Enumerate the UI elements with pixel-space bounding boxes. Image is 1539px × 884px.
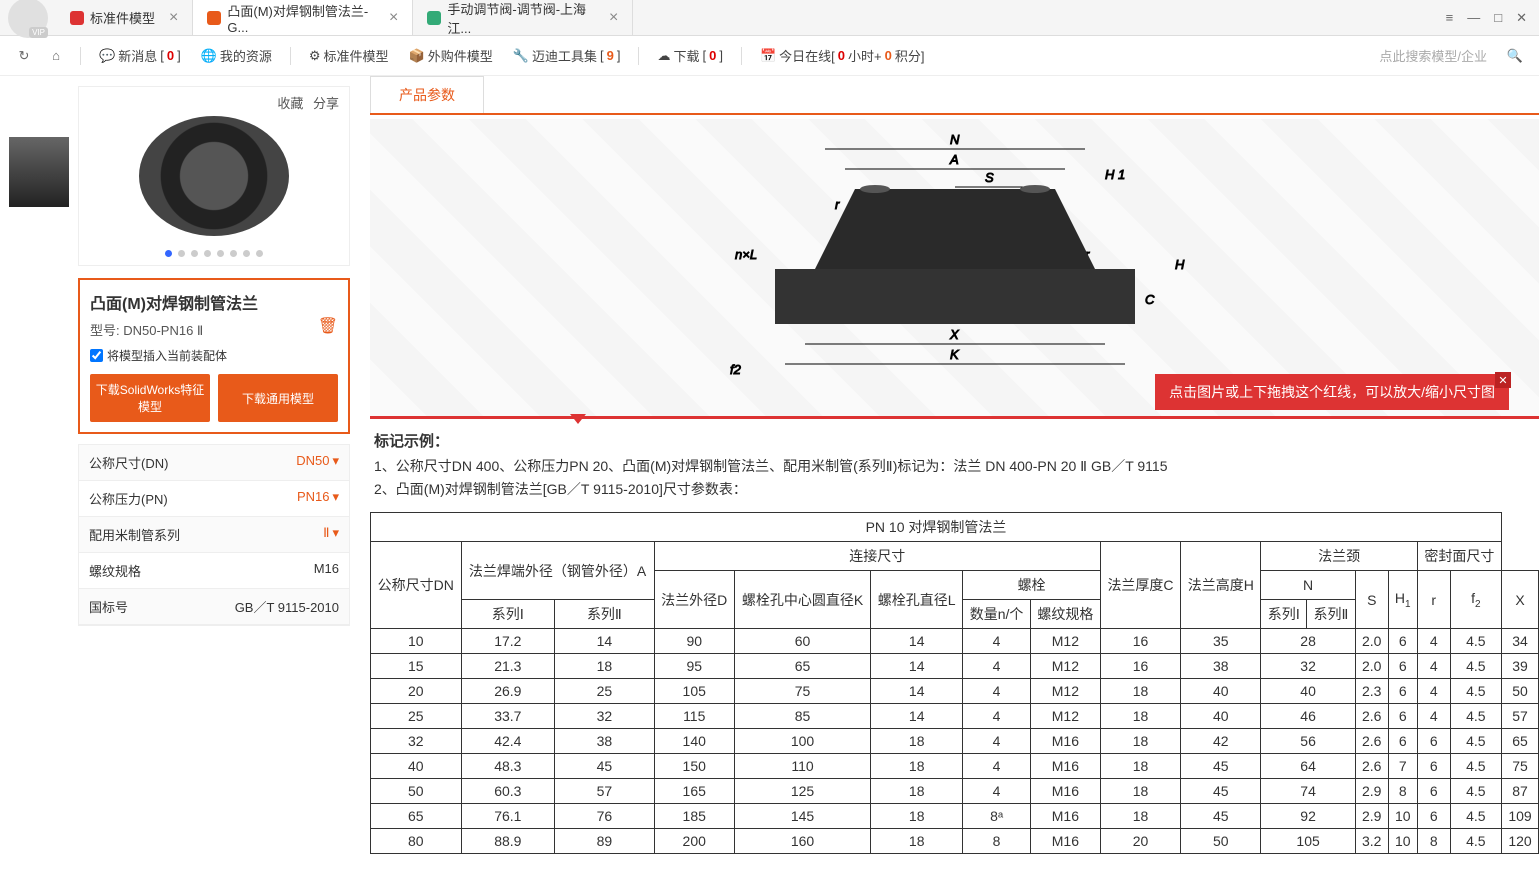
tab-label: 标准件模型 [90,8,155,27]
share-button[interactable]: 分享 [313,96,339,111]
table-row: 6576.176185145188ᵃM161845922.91064.5109 [371,804,1539,829]
table-row: 2533.73211585144M121840462.6644.557 [371,704,1539,729]
new-message-button[interactable]: 💬新消息[0] [91,46,189,65]
insert-assembly-checkbox[interactable]: 将模型插入当前装配体 [90,347,338,364]
favorite-button[interactable]: 收藏 [277,96,303,111]
tab-icon [427,11,441,25]
svg-text:N: N [950,132,960,147]
home-icon[interactable]: ⌂ [46,46,66,66]
buy-model-button[interactable]: 📦外购件模型 [401,46,501,65]
product-image [139,116,289,236]
param-key: 公称压力(PN) [89,489,168,508]
online-status: 📅今日在线[0小时+ 0积分] [752,46,933,65]
gallery-dots[interactable] [165,250,263,257]
param-key: 螺纹规格 [89,561,141,580]
param-row-3: 螺纹规格 M16 [79,553,349,589]
svg-text:A: A [949,152,959,167]
download-generic-button[interactable]: 下载通用模型 [218,374,338,422]
dropdown-icon: ▾ [332,489,339,504]
tab-0[interactable]: 标准件模型 × [56,0,193,35]
tab-close-icon[interactable]: × [609,9,618,27]
product-model: 型号: DN50-PN16 Ⅱ [90,320,338,339]
zoom-tip: 点击图片或上下拖拽这个红线，可以放大/缩小尺寸图 ✕ [1155,374,1509,410]
param-row-2[interactable]: 配用米制管系列 Ⅱ▾ [79,517,349,553]
svg-text:S: S [985,170,994,185]
menu-icon[interactable]: ≡ [1446,10,1454,26]
tab-label: 手动调节阀-调节阀-上海江... [447,0,595,37]
toolset-button[interactable]: 🔧迈迪工具集[9] [505,46,629,65]
resize-handle-icon[interactable] [570,414,586,424]
dimension-table: PN 10 对焊钢制管法兰 公称尺寸DN 法兰焊端外径（钢管外径）A 连接尺寸 … [370,512,1539,854]
tab-strip: 标准件模型×凸面(M)对焊钢制管法兰-G...×手动调节阀-调节阀-上海江...… [56,0,1434,35]
param-row-1[interactable]: 公称压力(PN) PN16▾ [79,481,349,517]
param-list: 公称尺寸(DN) DN50▾ 公称压力(PN) PN16▾ 配用米制管系列 Ⅱ▾ 螺纹规格 M… [78,444,350,626]
download-sw-button[interactable]: 下载SolidWorks特征模型 [90,374,210,422]
param-row-4: 国标号 GB／T 9115-2010 [79,589,349,625]
param-value: Ⅱ▾ [323,525,339,544]
product-title: 凸面(M)对焊钢制管法兰 [90,290,338,314]
flange-drawing: N A S H 1 H C n×L f2 r r X K [675,129,1235,409]
table-row: 8088.989200160188M1620501053.21084.5120 [371,829,1539,854]
svg-text:H: H [1175,257,1185,272]
sidebar: 收藏 分享 凸面(M)对焊钢制管法兰 型号: DN50-PN16 Ⅱ 🗑 将模型… [0,76,360,884]
notes-title: 标记示例： [374,429,1535,455]
avatar[interactable]: VIP [8,0,48,38]
tab-1[interactable]: 凸面(M)对焊钢制管法兰-G... × [193,0,413,35]
vip-badge: VIP [29,27,48,38]
param-key: 配用米制管系列 [89,525,180,544]
param-value: GB／T 9115-2010 [235,597,339,616]
table-row: 1521.3189565144M121638322.0644.539 [371,654,1539,679]
param-key: 公称尺寸(DN) [89,453,168,472]
dimension-diagram[interactable]: N A S H 1 H C n×L f2 r r X K [370,119,1539,419]
product-gallery[interactable]: 收藏 分享 [78,86,350,266]
table-row: 5060.357165125184M161845742.9864.587 [371,779,1539,804]
param-value: M16 [314,561,339,580]
svg-text:H 1: H 1 [1105,167,1125,182]
window-controls: ≡ — □ ✕ [1434,10,1539,26]
download-button[interactable]: ☁下载[0] [649,46,731,65]
titlebar: VIP 标准件模型×凸面(M)对焊钢制管法兰-G...×手动调节阀-调节阀-上海… [0,0,1539,36]
tab-product-params[interactable]: 产品参数 [370,76,484,113]
tab-label: 凸面(M)对焊钢制管法兰-G... [227,1,375,35]
delete-icon[interactable]: 🗑 [318,316,338,336]
tab-close-icon[interactable]: × [169,9,178,27]
search-icon[interactable]: 🔍 [1505,46,1525,66]
notes-section: 标记示例： 1、公称尺寸DN 400、公称压力PN 20、凸面(M)对焊钢制管法… [370,419,1539,512]
content-tabs: 产品参数 [370,76,1539,115]
close-icon[interactable]: ✕ [1516,10,1527,26]
param-row-0[interactable]: 公称尺寸(DN) DN50▾ [79,445,349,481]
notes-line-1: 1、公称尺寸DN 400、公称压力PN 20、凸面(M)对焊钢制管法兰、配用米制… [374,455,1535,479]
tab-icon [70,11,84,25]
svg-text:C: C [1145,292,1155,307]
refresh-icon[interactable]: ↻ [14,46,34,66]
svg-text:r: r [835,197,840,212]
dropdown-icon: ▾ [332,453,339,468]
table-row: 1017.2149060144M121635282.0644.534 [371,629,1539,654]
notes-line-2: 2、凸面(M)对焊钢制管法兰[GB／T 9115-2010]尺寸参数表： [374,478,1535,502]
std-model-button[interactable]: ⚙标准件模型 [301,46,397,65]
svg-text:f2: f2 [730,362,742,377]
dropdown-icon: ▾ [332,525,339,540]
minimize-icon[interactable]: — [1467,10,1480,26]
search-hint[interactable]: 点此搜索模型/企业 [1379,46,1487,65]
tip-close-icon[interactable]: ✕ [1495,372,1511,388]
param-value: DN50▾ [296,453,339,472]
toolbar: ↻ ⌂ 💬新消息[0] 🌐我的资源 ⚙标准件模型 📦外购件模型 🔧迈迪工具集[9… [0,36,1539,76]
content-area: 产品参数 N A S H 1 H C n×L f2 r r X K [360,76,1539,884]
table-row: 4048.345150110184M161845642.6764.575 [371,754,1539,779]
param-value: PN16▾ [297,489,339,508]
table-row: 3242.438140100184M161842562.6664.565 [371,729,1539,754]
svg-text:n×L: n×L [735,247,757,262]
info-card: 凸面(M)对焊钢制管法兰 型号: DN50-PN16 Ⅱ 🗑 将模型插入当前装配… [78,278,350,434]
maximize-icon[interactable]: □ [1494,10,1502,26]
my-resources-button[interactable]: 🌐我的资源 [193,46,280,65]
tab-2[interactable]: 手动调节阀-调节阀-上海江... × [413,0,633,35]
tab-icon [207,11,221,25]
table-row: 2026.92510575144M121840402.3644.550 [371,679,1539,704]
param-key: 国标号 [89,597,128,616]
tab-close-icon[interactable]: × [389,9,398,27]
svg-text:K: K [950,347,960,362]
svg-text:X: X [949,327,960,342]
